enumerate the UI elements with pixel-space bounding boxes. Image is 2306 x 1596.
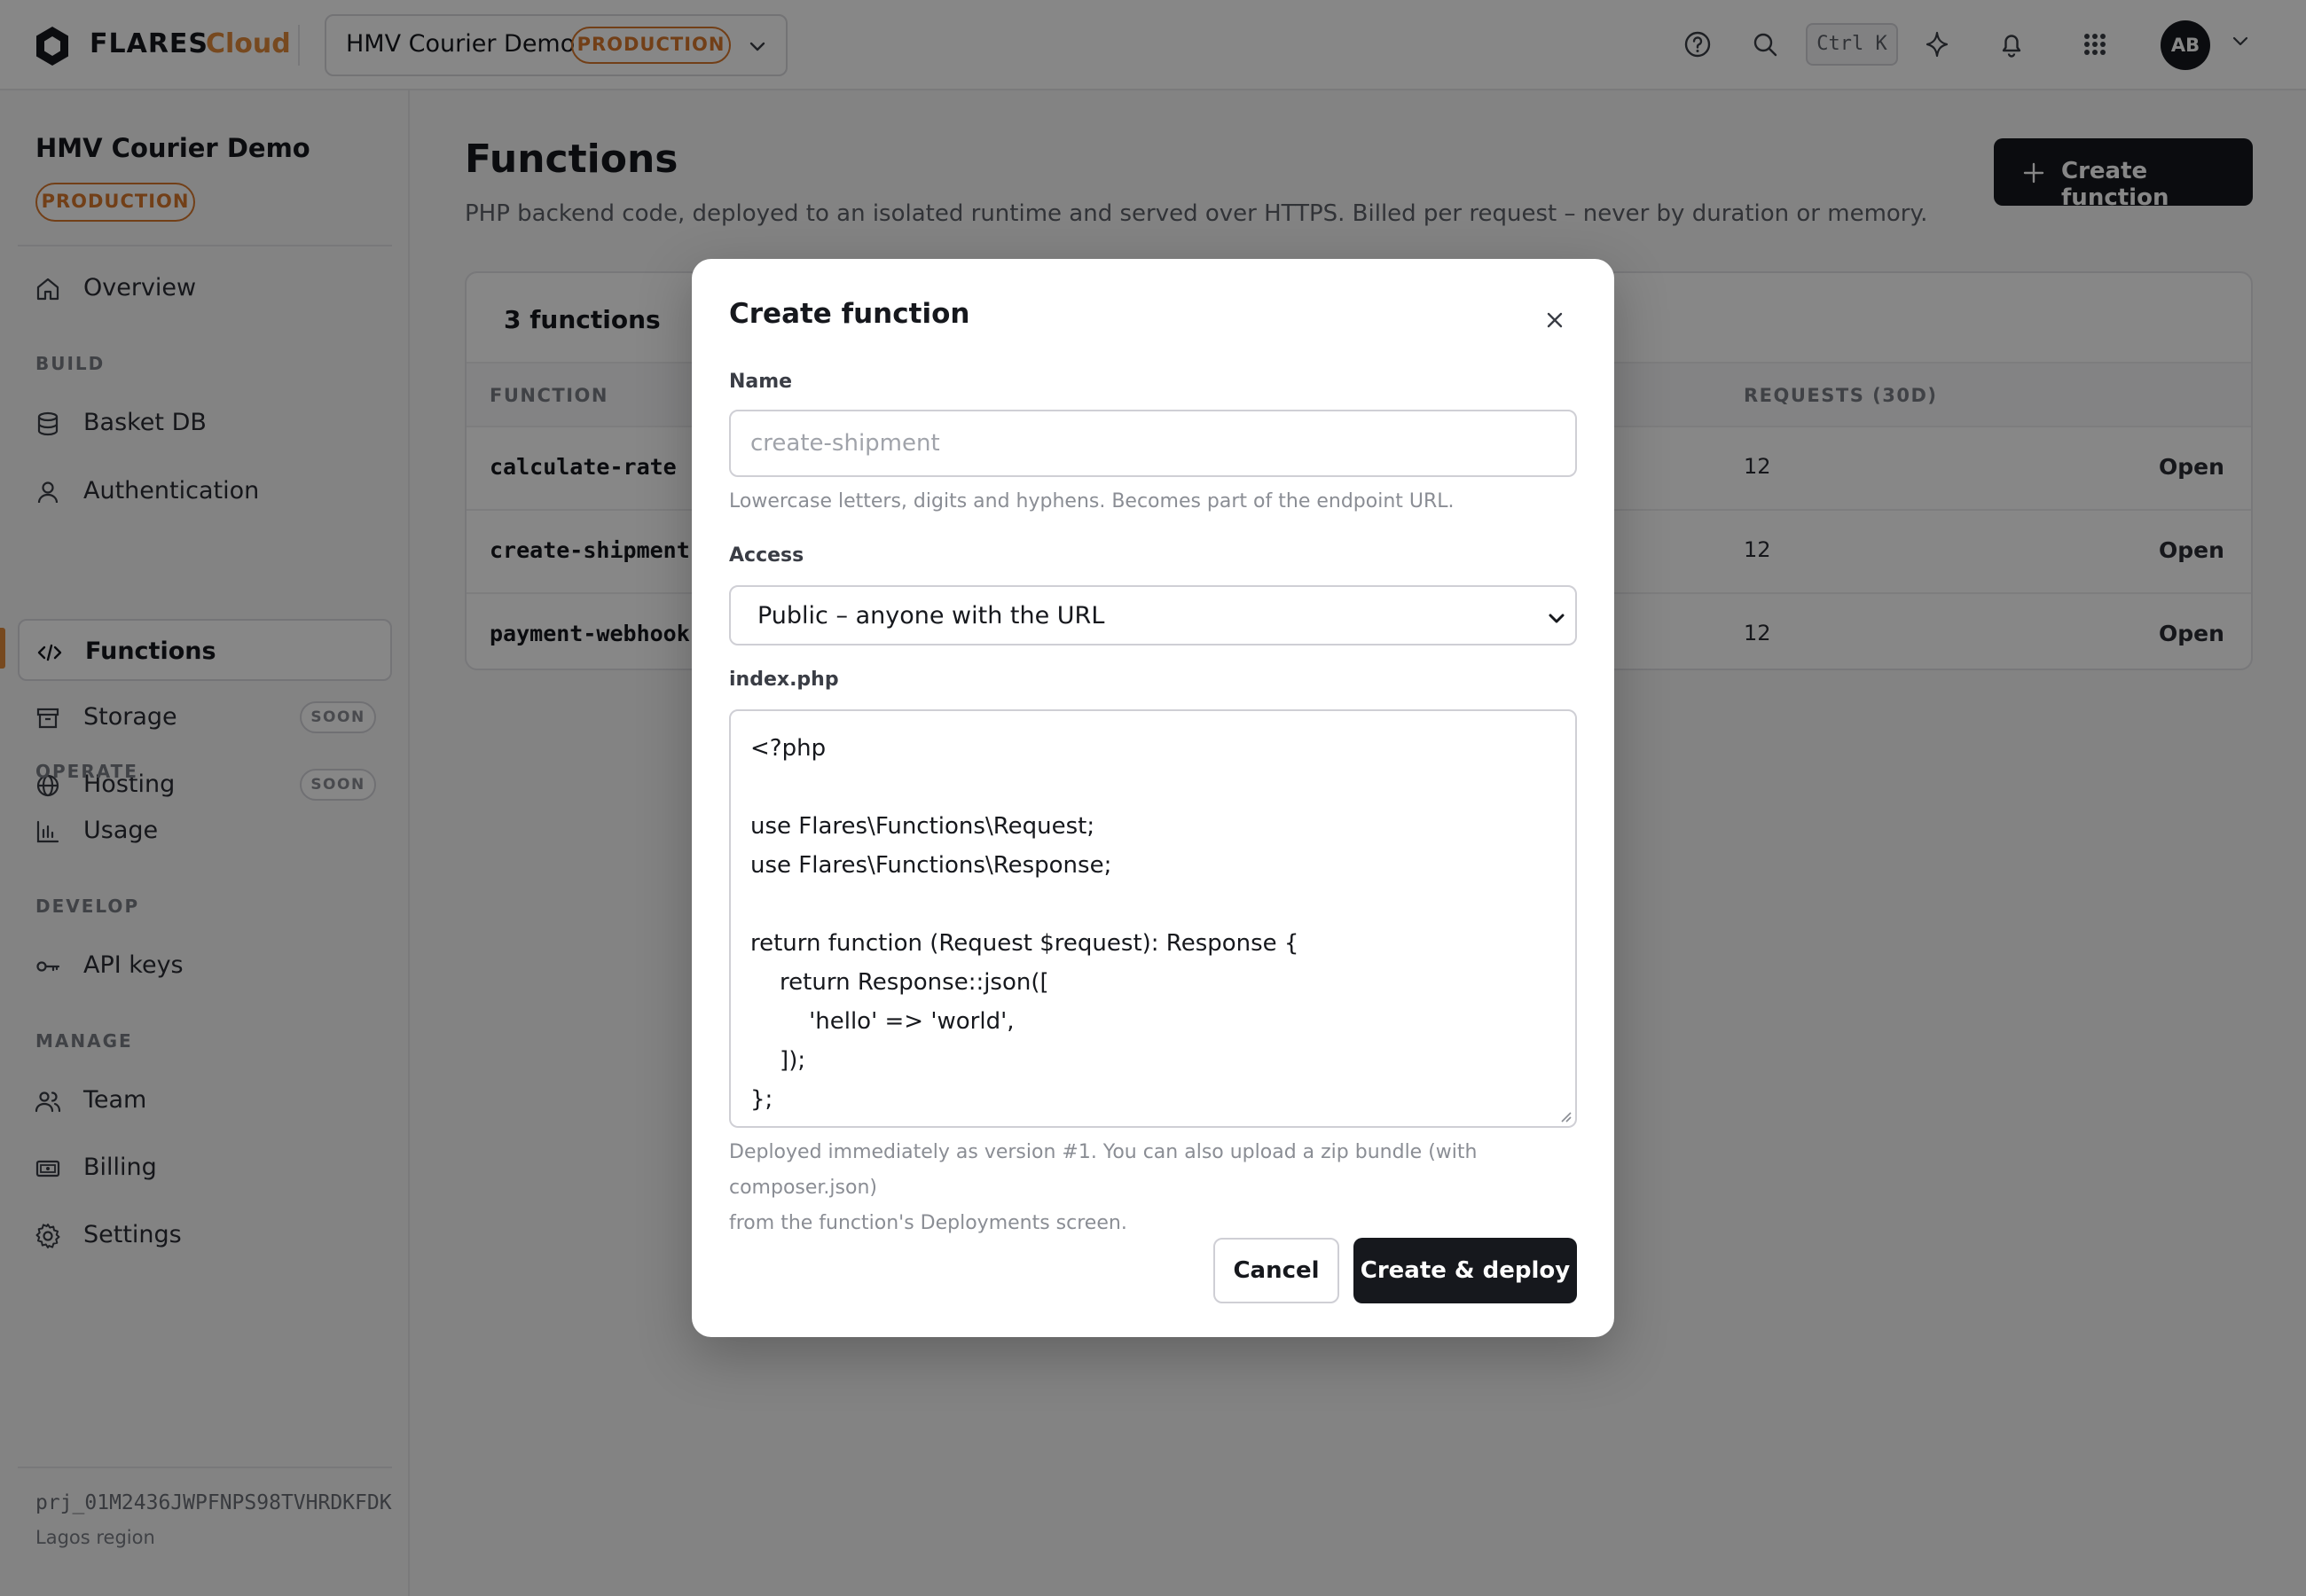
access-select[interactable]: Public – anyone with the URL xyxy=(729,585,1577,645)
deploy-hint-line: from the function's Deployments screen. xyxy=(729,1212,1127,1234)
deploy-hint: Deployed immediately as version #1. You … xyxy=(729,1135,1577,1241)
close-icon[interactable] xyxy=(1538,303,1572,337)
code-line: use Flares\Functions\Response; xyxy=(750,852,1112,879)
name-label: Name xyxy=(729,371,793,393)
access-selected-value: Public – anyone with the URL xyxy=(757,602,1105,630)
cancel-button[interactable]: Cancel xyxy=(1213,1238,1339,1303)
create-function-dialog: Create function Name Lowercase letters, … xyxy=(692,259,1614,1337)
code-label: index.php xyxy=(729,669,839,691)
chevron-down-icon xyxy=(1549,614,1565,623)
code-line: <?php xyxy=(750,735,827,762)
code-editor[interactable]: <?php use Flares\Functions\Request; use … xyxy=(729,709,1577,1128)
code-line: return function (Request $request): Resp… xyxy=(750,930,1299,957)
create-and-deploy-button[interactable]: Create & deploy xyxy=(1353,1238,1577,1303)
code-line: 'hello' => 'world', xyxy=(750,1008,1015,1035)
code-line: return Response::json([ xyxy=(750,969,1049,996)
function-name-input[interactable] xyxy=(729,410,1577,477)
code-line: ]); xyxy=(750,1047,806,1074)
deploy-hint-line: Deployed immediately as version #1. You … xyxy=(729,1141,1478,1199)
code-line: }; xyxy=(750,1086,773,1113)
name-hint: Lowercase letters, digits and hyphens. B… xyxy=(729,490,1455,512)
code-line: use Flares\Functions\Request; xyxy=(750,813,1095,840)
dialog-title: Create function xyxy=(729,298,970,330)
access-label: Access xyxy=(729,544,804,567)
resize-handle-icon[interactable] xyxy=(1557,1108,1572,1123)
